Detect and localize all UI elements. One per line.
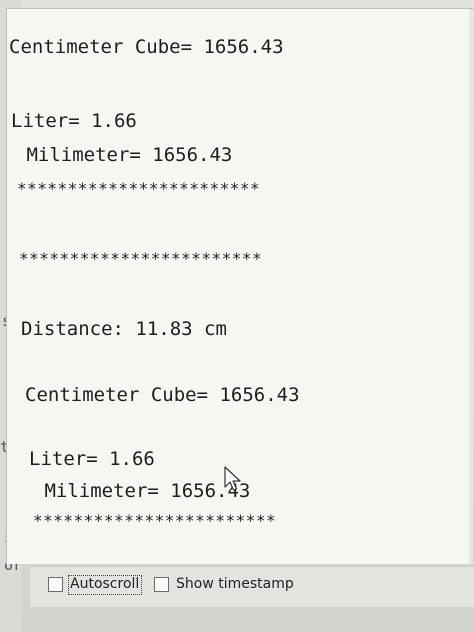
output-line: Distance: 11.83 cm	[21, 318, 227, 340]
output-line: Liter= 1.66	[29, 448, 155, 470]
output-line: Milimeter= 1656.43	[33, 480, 251, 502]
show-timestamp-label[interactable]: Show timestamp	[176, 576, 294, 592]
show-timestamp-checkbox[interactable]	[154, 577, 169, 592]
separator-line: ************************	[33, 511, 277, 530]
mouse-pointer-icon	[224, 466, 241, 491]
output-line: Liter= 1.66	[11, 110, 137, 132]
output-line: Milimeter= 1656.43	[15, 144, 233, 166]
autoscroll-label[interactable]: Autoscroll	[70, 576, 139, 592]
output-line: Centimeter Cube= 1656.43	[25, 384, 300, 406]
autoscroll-checkbox[interactable]	[48, 577, 63, 592]
separator-line: ************************	[19, 249, 263, 268]
serial-monitor-controls: Autoscroll Show timestamp	[30, 566, 474, 607]
separator-line: ************************	[17, 179, 261, 198]
output-scrollbar[interactable]	[469, 9, 473, 564]
output-line: Centimeter Cube= 1656.43	[9, 36, 284, 58]
